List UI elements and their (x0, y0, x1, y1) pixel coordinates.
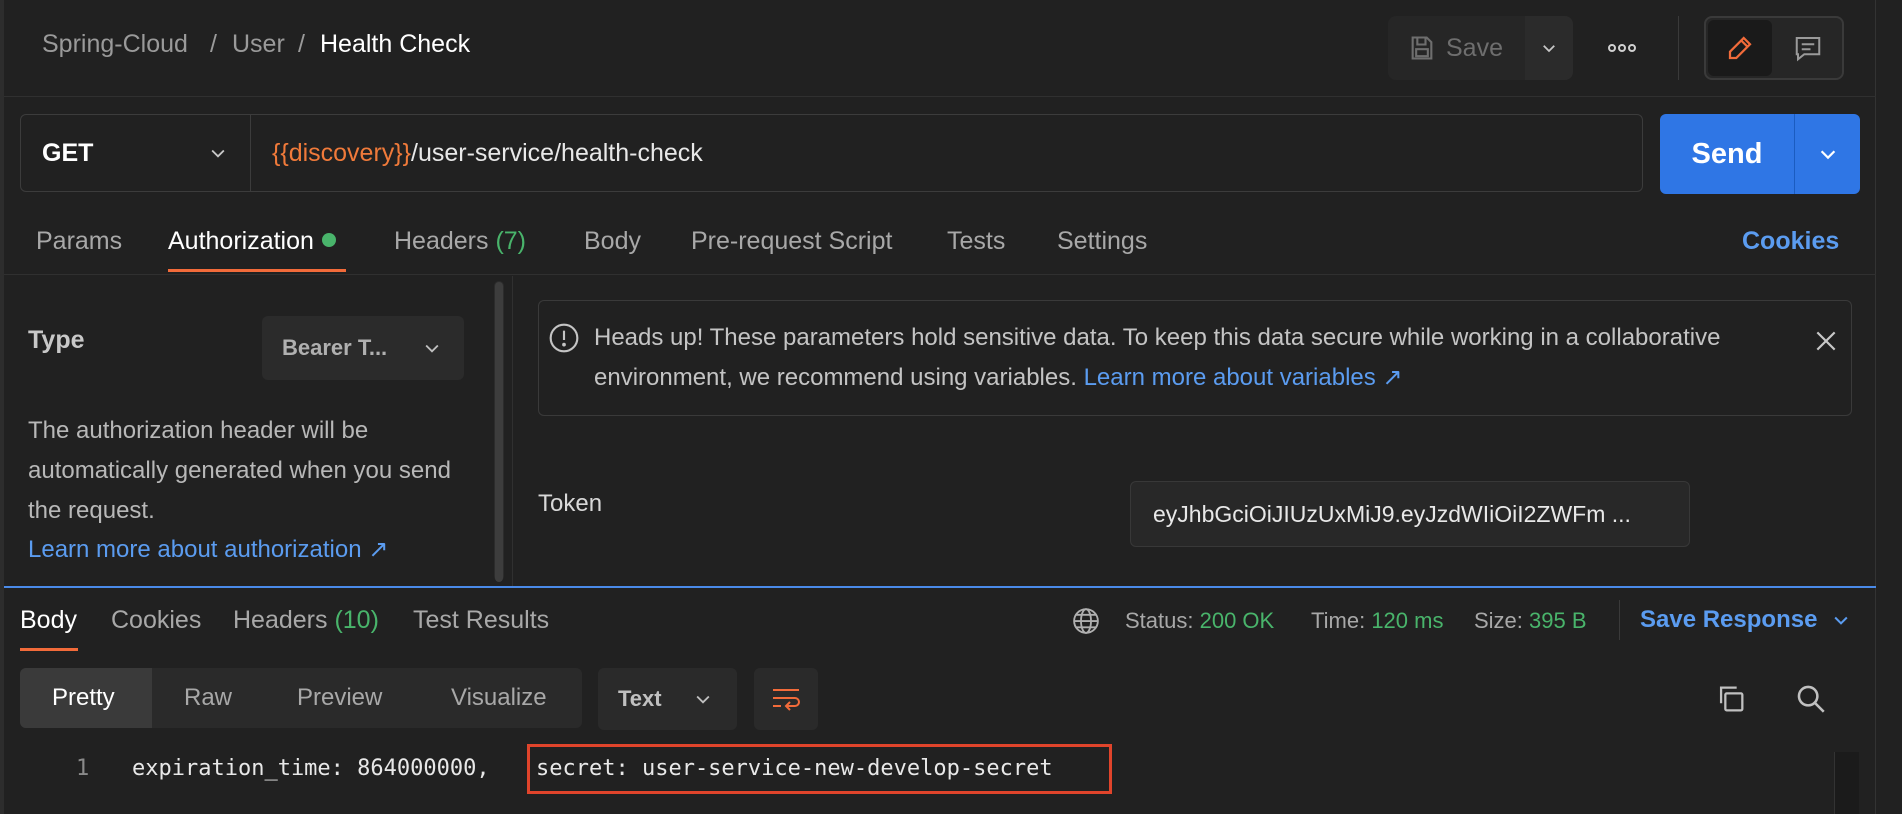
active-dot-indicator (321, 233, 336, 248)
response-tab-underline (20, 648, 78, 651)
breadcrumb-separator: / (210, 30, 217, 58)
header-divider (4, 96, 1876, 97)
more-horizontal-icon (1607, 43, 1637, 53)
response-size[interactable]: Size: 395 B (1474, 608, 1587, 634)
size-value: 395 B (1529, 608, 1587, 633)
save-response-label: Save Response (1640, 606, 1818, 633)
panel-divider[interactable] (512, 276, 513, 586)
code-line-prefix: expiration_time: 864000000, (132, 756, 490, 781)
cookies-link[interactable]: Cookies (1742, 227, 1839, 256)
response-time[interactable]: Time: 120 ms (1311, 608, 1443, 634)
search-icon[interactable] (1794, 682, 1828, 716)
send-dropdown-button[interactable] (1795, 114, 1860, 194)
tab-authorization[interactable]: Authorization (168, 227, 336, 256)
wrap-lines-button[interactable] (754, 668, 818, 730)
tab-headers-label: Headers (394, 227, 489, 255)
copy-icon[interactable] (1714, 682, 1748, 716)
send-button[interactable]: Send (1660, 114, 1794, 194)
url-path: /user-service/health-check (411, 139, 703, 167)
active-tab-underline (168, 269, 346, 272)
time-value: 120 ms (1371, 608, 1444, 633)
method-select[interactable]: GET (20, 114, 251, 192)
save-button[interactable]: Save (1388, 16, 1523, 80)
format-raw[interactable]: Raw (184, 684, 232, 712)
status-divider (1619, 600, 1620, 640)
chevron-down-icon (208, 143, 228, 163)
tab-tests[interactable]: Tests (947, 227, 1005, 256)
chevron-down-icon (1831, 610, 1851, 630)
banner-message: Heads up! These parameters hold sensitiv… (594, 318, 1744, 398)
status-label: Status: (1125, 608, 1194, 633)
right-edge-strip (1875, 0, 1902, 814)
auth-description: The authorization header will be automat… (28, 417, 451, 524)
tab-authorization-label: Authorization (168, 227, 314, 255)
format-visualize[interactable]: Visualize (451, 684, 547, 712)
tab-response-headers-label: Headers (233, 606, 328, 634)
response-divider[interactable] (4, 586, 1876, 588)
learn-more-authorization-link[interactable]: Learn more about authorization ↗ (28, 535, 388, 564)
comment-mode-button[interactable] (1776, 20, 1840, 76)
page-title[interactable]: Health Check (320, 30, 470, 59)
headers-count: (7) (495, 227, 527, 255)
tab-response-headers[interactable]: Headers (10) (233, 606, 379, 635)
chevron-down-icon (422, 338, 442, 358)
tab-headers[interactable]: Headers (7) (394, 227, 526, 256)
tab-test-results[interactable]: Test Results (413, 606, 549, 635)
info-icon (548, 322, 580, 354)
tab-body[interactable]: Body (584, 227, 641, 256)
chevron-down-icon (693, 689, 713, 709)
breadcrumb-folder[interactable]: User (232, 30, 285, 59)
auth-type-select[interactable]: Bearer T... (262, 316, 464, 380)
code-highlighted-secret: secret: user-service-new-develop-secret (536, 756, 1053, 781)
save-label: Save (1446, 33, 1503, 62)
auth-type-value: Bearer T... (282, 335, 388, 360)
more-options-button[interactable] (1598, 24, 1646, 72)
save-icon (1408, 34, 1436, 62)
tabs-divider (4, 274, 1876, 275)
auth-type-label: Type (28, 326, 85, 354)
method-label: GET (42, 138, 94, 167)
url-variable: {{discovery}} (272, 139, 411, 167)
tab-response-cookies[interactable]: Cookies (111, 606, 201, 635)
breadcrumb-separator: / (298, 30, 305, 58)
tab-settings[interactable]: Settings (1057, 227, 1147, 256)
response-status[interactable]: Status: 200 OK (1125, 608, 1274, 634)
comment-icon (1793, 33, 1823, 63)
edit-mode-button[interactable] (1708, 20, 1772, 76)
save-dropdown-button[interactable] (1525, 16, 1573, 80)
time-label: Time: (1311, 608, 1366, 633)
wrap-lines-icon (770, 685, 802, 713)
close-banner-button[interactable] (1813, 328, 1839, 354)
size-label: Size: (1474, 608, 1523, 633)
url-bar (20, 114, 1643, 192)
learn-more-variables-link[interactable]: Learn more about variables ↗ (1084, 364, 1403, 391)
code-scrollbar[interactable] (1834, 752, 1859, 814)
line-number: 1 (76, 756, 90, 781)
save-response-button[interactable]: Save Response (1640, 606, 1851, 634)
status-value: 200 OK (1199, 608, 1275, 633)
response-type-select[interactable]: Text (598, 668, 737, 730)
breadcrumb-collection[interactable]: Spring-Cloud (42, 30, 188, 59)
token-input[interactable]: eyJhbGciOiJIUzUxMiJ9.eyJzdWIiOiI2ZWFm ..… (1130, 481, 1690, 547)
chevron-down-icon (1817, 143, 1839, 165)
left-edge-strip (0, 0, 4, 814)
response-type-value: Text (618, 686, 662, 711)
tab-response-body[interactable]: Body (20, 606, 77, 635)
auth-panel-scroll-thumb[interactable] (495, 282, 503, 582)
globe-icon[interactable] (1071, 606, 1101, 636)
format-pretty[interactable]: Pretty (52, 684, 115, 712)
format-preview[interactable]: Preview (297, 684, 382, 712)
pencil-icon (1725, 33, 1755, 63)
chevron-down-icon (1540, 39, 1558, 57)
token-label: Token (538, 490, 603, 517)
tab-pre-request-script[interactable]: Pre-request Script (691, 227, 892, 256)
tab-params[interactable]: Params (36, 227, 122, 256)
toolbar-divider (1678, 16, 1679, 80)
response-headers-count: (10) (334, 606, 379, 634)
url-input[interactable]: {{discovery}}/user-service/health-check (272, 139, 703, 168)
